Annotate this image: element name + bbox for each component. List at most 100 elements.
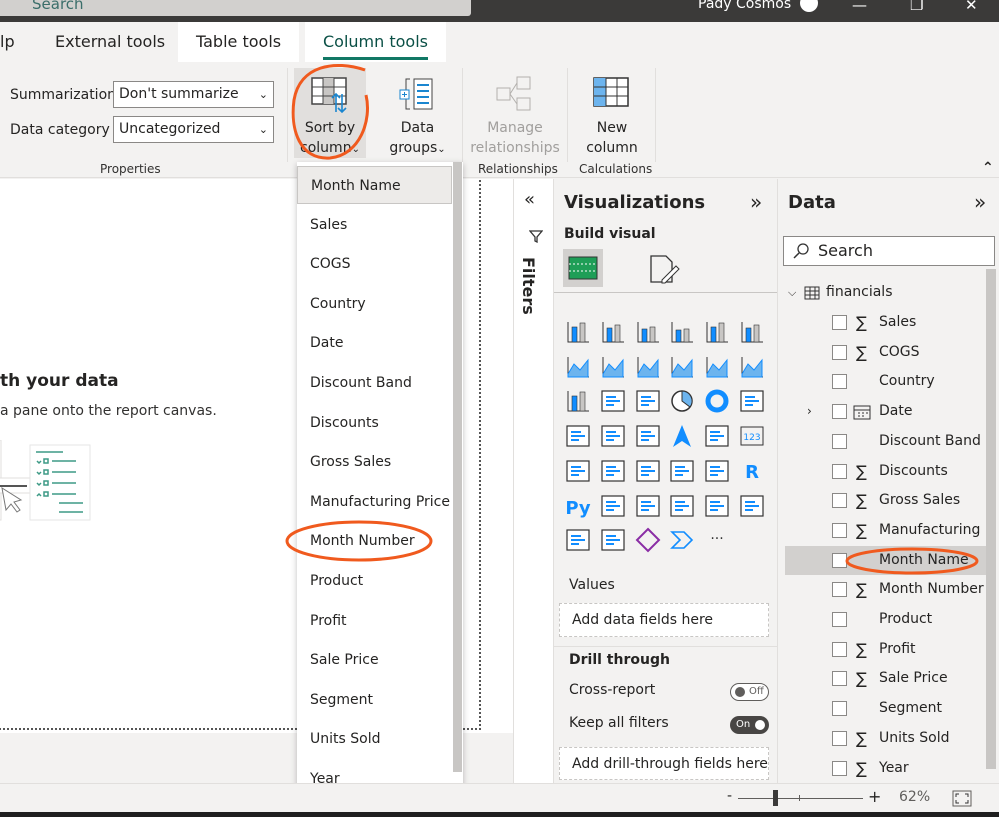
line-clustered-column-icon[interactable] — [704, 354, 730, 380]
values-drop-zone[interactable]: Add data fields here — [559, 603, 769, 637]
field-checkbox[interactable] — [832, 701, 847, 717]
table-financials[interactable]: ⌵ financials — [786, 278, 996, 307]
slicer-icon[interactable] — [635, 458, 661, 484]
field-checkbox[interactable] — [832, 463, 847, 479]
format-visual-icon[interactable] — [648, 253, 682, 285]
drill-through-drop-zone[interactable]: Add drill-through fields here — [559, 747, 769, 780]
filled-map-icon[interactable] — [600, 423, 626, 449]
stacked-area-icon[interactable] — [635, 354, 661, 380]
field-sale-price[interactable]: ∑ Sale Price — [785, 664, 995, 693]
field-profit[interactable]: ∑ Profit — [785, 635, 995, 664]
build-visual-tab[interactable] — [563, 249, 603, 287]
python-visual-icon[interactable]: Py — [565, 493, 591, 519]
field-checkbox[interactable] — [832, 641, 847, 657]
azure-map-icon[interactable] — [669, 423, 695, 449]
fit-to-page-icon[interactable] — [952, 790, 972, 807]
collapse-ribbon-button[interactable]: ⌃ — [982, 160, 994, 176]
sort-option[interactable]: Discounts — [297, 404, 452, 442]
gauge-icon[interactable] — [704, 423, 730, 449]
filters-pane[interactable]: « Filters — [513, 179, 553, 783]
power-automate-icon[interactable] — [669, 527, 695, 553]
field-month-number[interactable]: ∑ Month Number — [785, 575, 995, 604]
field-discount-band[interactable]: Discount Band — [785, 427, 995, 456]
field-gross-sales[interactable]: ∑ Gross Sales — [785, 486, 995, 515]
sort-option[interactable]: Sale Price — [297, 641, 452, 679]
field-country[interactable]: Country — [785, 367, 995, 396]
field-checkbox[interactable] — [832, 612, 847, 627]
key-influencers-icon[interactable] — [600, 493, 626, 519]
line-column-icon[interactable] — [669, 354, 695, 380]
matrix-icon[interactable] — [704, 458, 730, 484]
field-checkbox[interactable] — [832, 760, 847, 776]
sort-option[interactable]: Manufacturing Price — [297, 483, 452, 521]
field-checkbox[interactable] — [832, 522, 847, 538]
field-date[interactable]: › Date — [785, 397, 995, 426]
100-stacked-bar-icon[interactable] — [704, 319, 730, 345]
data-pane-scrollbar[interactable] — [986, 269, 996, 769]
paginated-report-icon[interactable] — [704, 493, 730, 519]
field-sales[interactable]: ∑ Sales — [785, 308, 995, 337]
tab-table-tools[interactable]: Table tools — [178, 22, 300, 62]
sort-option[interactable]: Segment — [297, 681, 452, 719]
sort-option[interactable]: Date — [297, 324, 452, 362]
100-stacked-column-icon[interactable] — [739, 319, 765, 345]
clustered-column-icon[interactable] — [669, 319, 695, 345]
field-checkbox[interactable] — [832, 344, 847, 360]
field-checkbox[interactable] — [832, 730, 847, 746]
field-checkbox[interactable] — [832, 374, 847, 390]
pie-icon[interactable] — [669, 388, 695, 414]
metrics-icon[interactable] — [739, 493, 765, 519]
line-icon[interactable] — [565, 354, 591, 380]
search-box[interactable]: Search — [0, 0, 471, 16]
expand-data-button[interactable]: » — [974, 190, 986, 214]
shape-map-icon[interactable] — [635, 423, 661, 449]
close-button[interactable]: ✕ — [965, 0, 978, 14]
zoom-slider[interactable] — [738, 798, 863, 799]
stacked-column-icon[interactable] — [600, 319, 626, 345]
field-manufacturing[interactable]: ∑Manufacturing ... — [785, 516, 995, 567]
decomposition-tree-icon[interactable] — [635, 493, 661, 519]
area-icon[interactable] — [600, 354, 626, 380]
donut-icon[interactable] — [704, 388, 730, 414]
data-groups-button[interactable]: Data groups⌄ — [380, 68, 455, 160]
card-icon[interactable]: 123 — [739, 423, 765, 449]
scatter-icon[interactable] — [635, 388, 661, 414]
tab-help[interactable]: lp — [0, 22, 33, 62]
treemap-icon[interactable] — [739, 388, 765, 414]
zoom-slider-thumb[interactable] — [772, 790, 778, 806]
multi-row-card-icon[interactable] — [565, 458, 591, 484]
waterfall-icon[interactable] — [565, 388, 591, 414]
clustered-bar-icon[interactable] — [635, 319, 661, 345]
field-checkbox[interactable] — [832, 582, 847, 598]
sort-option[interactable]: Month Name — [297, 166, 452, 204]
kpi-icon[interactable] — [600, 458, 626, 484]
sort-option[interactable]: Sales — [297, 206, 452, 244]
field-segment[interactable]: Segment — [785, 694, 995, 723]
sort-by-column-button[interactable]: Sort by column⌄ — [294, 68, 366, 158]
sort-option[interactable]: Month Number — [297, 522, 452, 560]
keep-filters-toggle[interactable]: On — [730, 716, 769, 734]
sort-option[interactable]: Country — [297, 285, 452, 323]
field-checkbox[interactable] — [832, 315, 847, 330]
field-units-sold[interactable]: ∑ Units Sold — [785, 724, 995, 753]
collapse-filters-button[interactable]: « — [524, 189, 535, 210]
field-year[interactable]: ∑ Year — [785, 754, 995, 783]
sort-option[interactable]: Product — [297, 562, 452, 600]
field-product[interactable]: Product — [785, 605, 995, 634]
expand-visualizations-button[interactable]: » — [750, 190, 762, 214]
r-visual-icon[interactable]: R — [739, 458, 765, 484]
sort-option[interactable]: COGS — [297, 245, 452, 283]
new-column-button[interactable]: New column — [574, 68, 650, 158]
field-discounts[interactable]: ∑ Discounts — [785, 457, 995, 486]
field-checkbox[interactable] — [832, 671, 847, 687]
restore-button[interactable]: ❐ — [910, 0, 923, 14]
arcgis-icon[interactable] — [600, 527, 626, 553]
sort-option[interactable]: Discount Band — [297, 364, 452, 402]
more-icon[interactable]: ··· — [704, 527, 730, 553]
funnel-icon[interactable] — [600, 388, 626, 414]
ribbon-icon[interactable] — [739, 354, 765, 380]
table-icon[interactable] — [669, 458, 695, 484]
sort-option[interactable]: Gross Sales — [297, 443, 452, 481]
dropdown-scrollbar[interactable] — [453, 162, 462, 772]
data-search-input[interactable]: Search — [783, 236, 995, 266]
